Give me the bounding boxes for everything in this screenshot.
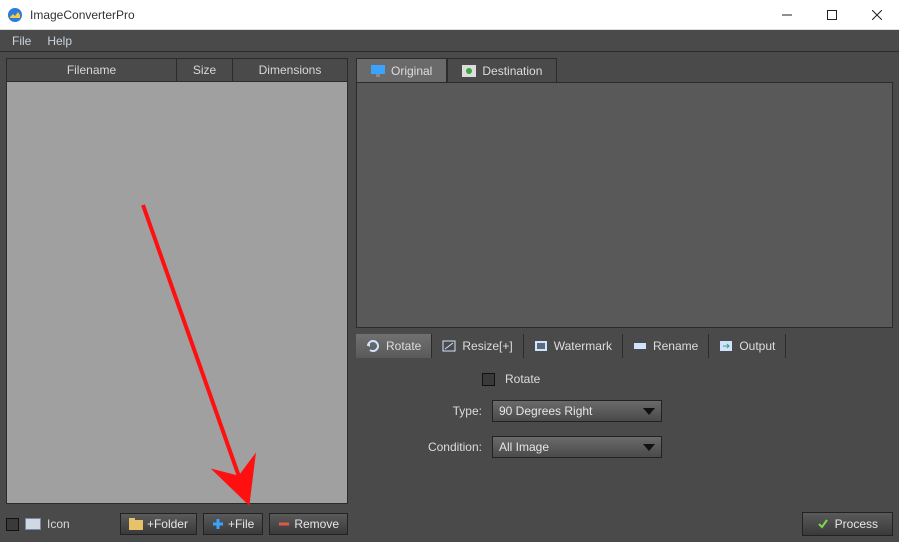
file-table-header: Filename Size Dimensions	[7, 59, 347, 82]
rotate-options: Rotate Type: 90 Degrees Right Condition:…	[356, 358, 893, 468]
right-panel: Original Destination Rotate Resize[+] Wa…	[356, 58, 893, 536]
col-size[interactable]: Size	[177, 59, 233, 82]
process-button[interactable]: Process	[802, 512, 893, 536]
maximize-button[interactable]	[809, 0, 854, 29]
col-filename[interactable]: Filename	[7, 59, 177, 82]
icon-label: Icon	[47, 517, 70, 531]
rotate-checkbox-label: Rotate	[505, 372, 540, 386]
op-rotate[interactable]: Rotate	[356, 334, 432, 358]
add-file-label: +File	[228, 517, 254, 531]
preview-area	[356, 82, 893, 328]
minus-icon	[278, 518, 290, 530]
chevron-down-icon	[643, 444, 655, 451]
minimize-button[interactable]	[764, 0, 809, 29]
tab-original-label: Original	[391, 64, 432, 78]
type-select-value: 90 Degrees Right	[499, 404, 592, 418]
left-panel: Filename Size Dimensions Icon +Folder +F…	[6, 58, 348, 536]
op-resize-label: Resize[+]	[462, 339, 512, 353]
process-label: Process	[835, 517, 878, 531]
destination-icon	[462, 65, 476, 77]
preview-tabs: Original Destination	[356, 58, 893, 82]
remove-label: Remove	[294, 517, 339, 531]
op-output[interactable]: Output	[709, 334, 786, 358]
rotate-icon	[366, 340, 380, 352]
condition-select[interactable]: All Image	[492, 436, 662, 458]
folder-icon	[129, 518, 143, 530]
add-file-button[interactable]: +File	[203, 513, 263, 535]
titlebar: ImageConverterPro	[0, 0, 899, 30]
op-rename[interactable]: Rename	[623, 334, 709, 358]
file-table-body[interactable]	[7, 82, 347, 503]
add-folder-label: +Folder	[147, 517, 188, 531]
main-body: Filename Size Dimensions Icon +Folder +F…	[0, 52, 899, 542]
output-icon	[719, 340, 733, 352]
rename-icon	[633, 340, 647, 352]
condition-label: Condition:	[416, 440, 482, 454]
app-icon	[7, 7, 23, 23]
check-icon	[817, 518, 829, 530]
close-button[interactable]	[854, 0, 899, 29]
monitor-icon	[371, 65, 385, 77]
tab-destination[interactable]: Destination	[447, 58, 557, 82]
menubar: File Help	[0, 30, 899, 52]
op-rename-label: Rename	[653, 339, 698, 353]
tab-destination-label: Destination	[482, 64, 542, 78]
condition-select-value: All Image	[499, 440, 549, 454]
chevron-down-icon	[643, 408, 655, 415]
tab-original[interactable]: Original	[356, 58, 447, 82]
left-footer: Icon +Folder +File Remove	[6, 512, 348, 536]
operation-tabs: Rotate Resize[+] Watermark Rename Output	[356, 334, 893, 358]
remove-button[interactable]: Remove	[269, 513, 348, 535]
file-table: Filename Size Dimensions	[6, 58, 348, 504]
menu-help[interactable]: Help	[39, 32, 80, 50]
rotate-checkbox[interactable]	[482, 373, 495, 386]
watermark-icon	[534, 340, 548, 352]
plus-icon	[212, 518, 224, 530]
icon-checkbox[interactable]	[6, 518, 19, 531]
menu-file[interactable]: File	[4, 32, 39, 50]
op-output-label: Output	[739, 339, 775, 353]
app-title: ImageConverterPro	[30, 8, 764, 22]
thumbnail-icon	[25, 518, 41, 530]
window-controls	[764, 0, 899, 29]
col-dimensions[interactable]: Dimensions	[233, 59, 347, 82]
op-watermark-label: Watermark	[554, 339, 612, 353]
op-rotate-label: Rotate	[386, 339, 421, 353]
op-resize[interactable]: Resize[+]	[432, 334, 523, 358]
type-label: Type:	[416, 404, 482, 418]
op-watermark[interactable]: Watermark	[524, 334, 623, 358]
add-folder-button[interactable]: +Folder	[120, 513, 197, 535]
type-select[interactable]: 90 Degrees Right	[492, 400, 662, 422]
resize-icon	[442, 340, 456, 352]
